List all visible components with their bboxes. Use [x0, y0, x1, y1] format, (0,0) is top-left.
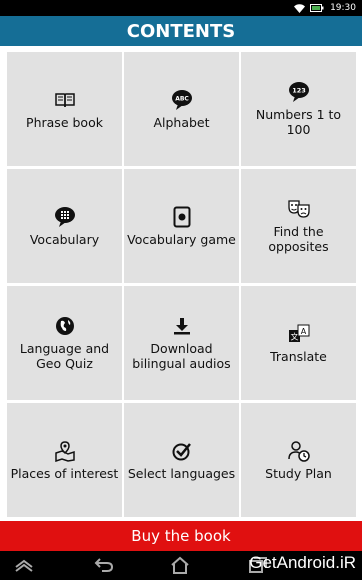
tile-label: Find the opposites [268, 224, 329, 254]
card-game-icon [171, 206, 193, 228]
tile-select-languages[interactable]: Select languages [124, 403, 239, 517]
tile-label: Phrase book [26, 114, 103, 130]
tile-study-plan[interactable]: Study Plan [241, 403, 356, 517]
tile-label: Numbers 1 to 100 [255, 107, 342, 137]
tile-label: Vocabulary game [127, 231, 236, 247]
contents-grid: Phrase book ABC Alphabet 123 Numbers 1 t… [7, 52, 356, 517]
abc-bubble-icon: ABC [171, 89, 193, 111]
theater-masks-icon [287, 198, 310, 220]
menu-up-icon[interactable] [12, 555, 36, 575]
tile-label: Study Plan [265, 465, 332, 481]
back-icon[interactable] [92, 555, 116, 575]
tile-label: Alphabet [153, 114, 210, 130]
download-icon [171, 315, 193, 337]
tile-label: Download bilingual audios [132, 341, 231, 371]
tile-find-opposites[interactable]: Find the opposites [241, 169, 356, 283]
svg-text:ABC: ABC [175, 95, 189, 102]
wifi-icon [294, 3, 306, 13]
tile-vocabulary[interactable]: Vocabulary [7, 169, 122, 283]
tile-vocabulary-game[interactable]: Vocabulary game [124, 169, 239, 283]
buy-the-book-button[interactable]: Buy the book [0, 521, 362, 551]
tile-download-audios[interactable]: Download bilingual audios [124, 286, 239, 400]
svg-text:文: 文 [290, 331, 298, 341]
svg-text:A: A [300, 327, 306, 336]
grid-bubble-icon [54, 206, 76, 228]
tile-language-geo-quiz[interactable]: Language and Geo Quiz [7, 286, 122, 400]
check-circle-icon [171, 440, 193, 462]
battery-icon [310, 4, 324, 12]
123-bubble-icon: 123 [288, 81, 310, 103]
globe-icon [54, 315, 76, 337]
svg-text:123: 123 [292, 87, 306, 95]
tile-label: Vocabulary [29, 231, 100, 247]
home-icon[interactable] [168, 555, 192, 575]
tile-label: Places of interest [10, 465, 119, 481]
watermark: GetAndroid.iR [249, 553, 356, 572]
status-time: 19:30 [330, 3, 356, 13]
page-title: CONTENTS [0, 16, 362, 46]
tile-alphabet[interactable]: ABC Alphabet [124, 52, 239, 166]
contents-grid-area: Phrase book ABC Alphabet 123 Numbers 1 t… [0, 46, 362, 521]
map-pin-icon [54, 440, 76, 462]
tile-label: Translate [270, 348, 327, 364]
study-plan-icon [287, 440, 310, 462]
tile-phrase-book[interactable]: Phrase book [7, 52, 122, 166]
status-bar: 19:30 [0, 0, 362, 16]
tile-numbers[interactable]: 123 Numbers 1 to 100 [241, 52, 356, 166]
book-icon [54, 89, 76, 111]
tile-label: Select languages [127, 465, 236, 481]
tile-places-of-interest[interactable]: Places of interest [7, 403, 122, 517]
translate-icon: 文A [288, 323, 310, 345]
tile-translate[interactable]: 文A Translate [241, 286, 356, 400]
tile-label: Language and Geo Quiz [19, 341, 110, 371]
